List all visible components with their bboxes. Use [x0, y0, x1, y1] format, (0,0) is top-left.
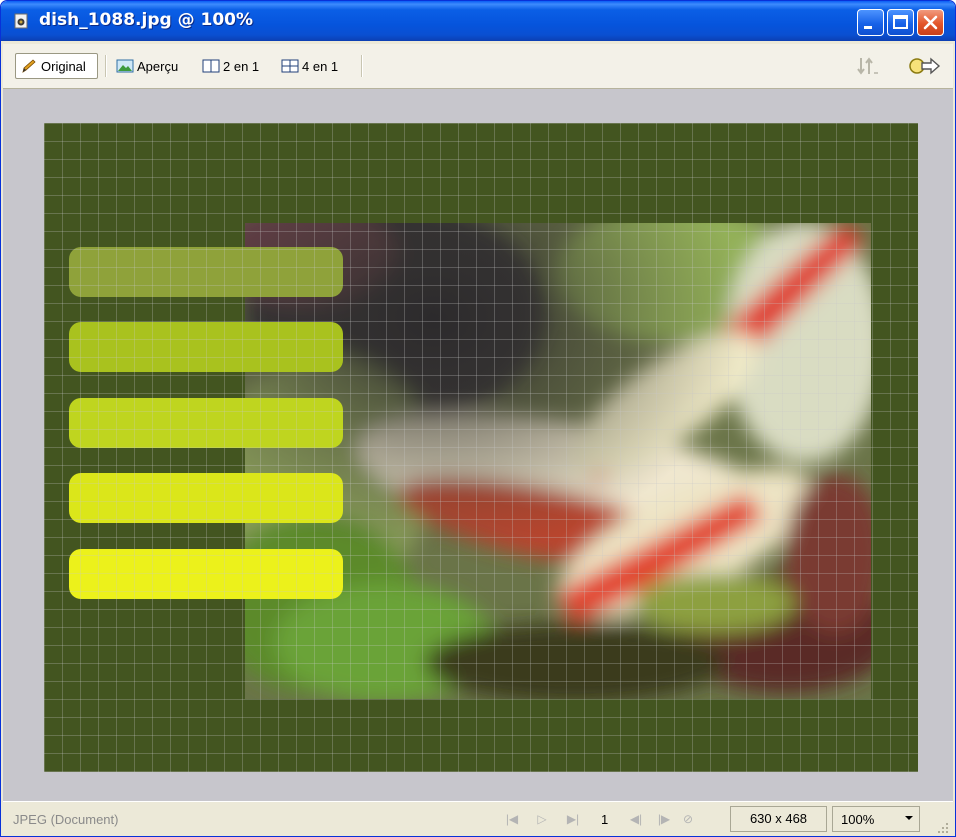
two-up-icon [202, 59, 220, 73]
color-bar-4 [69, 473, 343, 523]
tab-4-en-1-label: 4 en 1 [302, 58, 339, 74]
dish-photo [245, 223, 871, 699]
export-icon[interactable] [907, 54, 941, 78]
tab-original-label: Original [41, 58, 86, 74]
pencil-icon [22, 59, 36, 73]
last-frame-icon[interactable]: ▶| [564, 811, 582, 827]
color-bar-2 [69, 322, 343, 372]
toolbar-separator [361, 55, 363, 77]
image-dimensions: 630 x 468 [730, 806, 827, 832]
window-title: dish_1088.jpg @ 100% [39, 10, 254, 30]
file-format-label: JPEG (Document) [13, 812, 119, 827]
next-frame-icon[interactable]: |▶ [655, 811, 673, 827]
minimize-button[interactable] [857, 9, 884, 36]
close-icon [923, 15, 938, 30]
close-button[interactable] [917, 9, 944, 36]
page-number: 1 [601, 812, 609, 827]
maximize-icon [893, 15, 908, 29]
sort-icon[interactable] [855, 54, 881, 78]
color-bar-5 [69, 549, 343, 599]
view-toolbar: Original Aperçu 2 en 1 4 en 1 [3, 44, 953, 89]
tab-apercu[interactable]: Aperçu [112, 53, 182, 79]
status-bar: JPEG (Document) |◀ ▷ ▶| 1 ◀| |▶ ⊘ 630 x … [3, 801, 953, 836]
color-bar-3 [69, 398, 343, 448]
tab-4-en-1[interactable]: 4 en 1 [277, 53, 342, 79]
tab-apercu-label: Aperçu [137, 58, 179, 74]
previous-frame-icon[interactable]: ◀| [627, 811, 645, 827]
color-bar-1 [69, 247, 343, 297]
chevron-down-icon [905, 816, 913, 820]
stop-icon[interactable]: ⊘ [679, 811, 697, 827]
four-up-icon [281, 59, 299, 73]
zoom-value: 100% [841, 812, 875, 827]
maximize-button[interactable] [887, 9, 914, 36]
document-window: dish_1088.jpg @ 100% Original Aperçu 2 e… [0, 0, 956, 837]
tab-2-en-1[interactable]: 2 en 1 [198, 53, 263, 79]
document-canvas[interactable] [44, 123, 918, 772]
salad-image [245, 223, 871, 699]
preview-image-icon [116, 59, 134, 73]
title-bar[interactable]: dish_1088.jpg @ 100% [1, 1, 955, 41]
resize-grip-icon[interactable] [937, 822, 949, 834]
document-icon [14, 13, 28, 29]
toolbar-separator [105, 55, 107, 77]
tab-2-en-1-label: 2 en 1 [223, 58, 260, 74]
play-icon[interactable]: ▷ [533, 811, 551, 827]
tab-original[interactable]: Original [15, 53, 98, 79]
minimize-icon [864, 26, 872, 29]
zoom-select[interactable]: 100% [832, 806, 920, 832]
canvas-area[interactable] [3, 89, 953, 801]
first-frame-icon[interactable]: |◀ [503, 811, 521, 827]
